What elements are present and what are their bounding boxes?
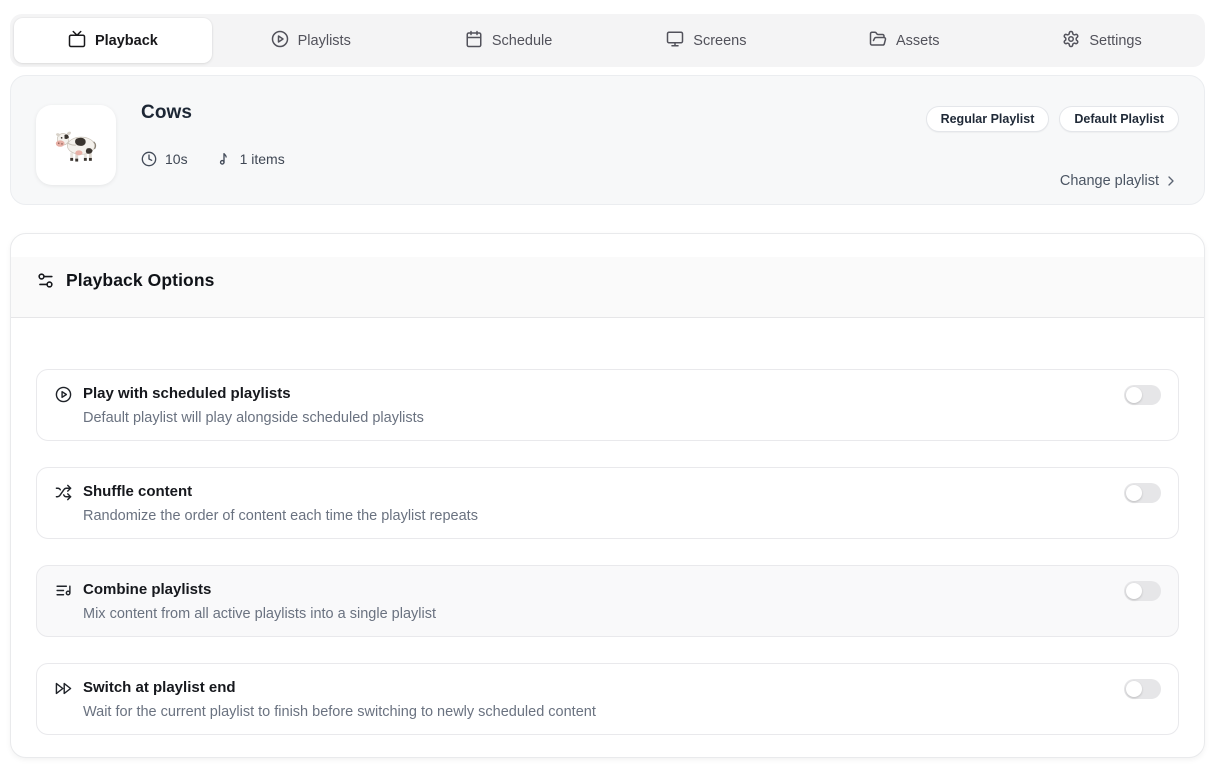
option-row: Combine playlists Mix content from all a… [36,565,1179,637]
option-description: Wait for the current playlist to finish … [83,702,596,722]
option-description: Randomize the order of content each time… [83,506,478,526]
nav-tab-schedule[interactable]: Schedule [410,18,608,63]
playlist-meta: 10s 1 items [141,151,285,167]
option-label: Combine playlists [83,579,436,601]
option-description: Default playlist will play alongside sch… [83,408,424,428]
clock-icon [141,151,157,167]
option-label: Play with scheduled playlists [83,383,424,405]
playback-options-header: Playback Options [11,257,1204,318]
option-row: Switch at playlist end Wait for the curr… [36,663,1179,735]
music-note-icon [216,151,232,167]
tv-icon [68,30,86,52]
option-description: Mix content from all active playlists in… [83,604,436,624]
nav-tab-playback[interactable]: Playback [14,18,212,63]
playlist-thumbnail [36,105,116,185]
playlist-items-count: 1 items [240,151,285,167]
section-title: Playback Options [66,270,214,291]
option-label: Switch at playlist end [83,677,596,699]
nav-tab-screens[interactable]: Screens [607,18,805,63]
current-playlist-card: Cows 10s 1 items Regular Playlist Default… [10,75,1205,205]
option-toggle[interactable] [1124,385,1161,405]
gear-icon [1062,30,1080,52]
list-music-icon [55,582,72,599]
playlist-title: Cows [141,102,285,124]
toggle-knob [1126,583,1142,599]
playback-options-card: Playback Options Play with scheduled pla… [10,233,1205,758]
circle-play-icon [271,30,289,52]
fast-forward-icon [55,680,72,697]
nav-tab-assets[interactable]: Assets [805,18,1003,63]
monitor-icon [666,30,684,52]
cow-emoji-icon [53,127,99,163]
top-nav: Playback Playlists Schedule Screens Asse… [10,14,1205,67]
shuffle-icon [55,484,72,501]
option-toggle[interactable] [1124,483,1161,503]
nav-tab-settings[interactable]: Settings [1003,18,1201,63]
duration-meta: 10s [141,151,188,167]
calendar-icon [465,30,483,52]
option-row: Play with scheduled playlists Default pl… [36,369,1179,441]
playlist-type-badge: Regular Playlist [926,106,1050,132]
items-meta: 1 items [216,151,285,167]
change-playlist-link[interactable]: Change playlist [1060,172,1179,189]
option-label: Shuffle content [83,481,478,503]
options-list: Play with scheduled playlists Default pl… [36,369,1179,735]
playback-page: Playback Playlists Schedule Screens Asse… [0,0,1217,768]
toggle-knob [1126,485,1142,501]
toggle-knob [1126,387,1142,403]
playlist-type-badge: Default Playlist [1059,106,1179,132]
option-toggle[interactable] [1124,679,1161,699]
chevron-right-icon [1163,173,1179,189]
option-row: Shuffle content Randomize the order of c… [36,467,1179,539]
sliders-icon [36,271,55,290]
nav-tab-playlists[interactable]: Playlists [212,18,410,63]
option-toggle[interactable] [1124,581,1161,601]
toggle-knob [1126,681,1142,697]
folder-open-icon [869,30,887,52]
playlist-duration: 10s [165,151,188,167]
playlist-badges: Regular Playlist Default Playlist [926,106,1179,132]
circle-play-icon [55,386,72,403]
